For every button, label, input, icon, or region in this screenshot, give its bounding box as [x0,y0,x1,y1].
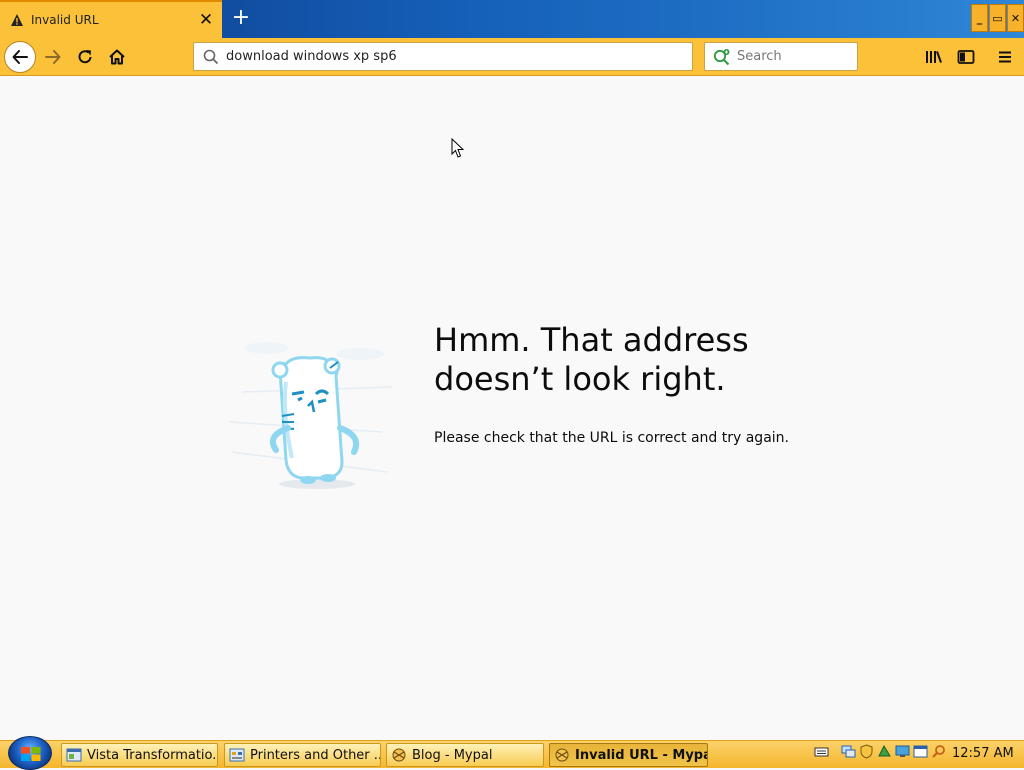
search-tray-icon[interactable] [931,744,946,759]
sidebar-button[interactable] [954,45,978,69]
library-button[interactable] [922,45,946,69]
hamburger-menu-icon [999,51,1011,63]
taskbar-item-invalid-url-mypal[interactable]: Invalid URL - Mypal [549,743,708,767]
taskbar-clock[interactable]: 12:57 AM [952,746,1014,761]
taskbar-item-vista-transformation[interactable]: Vista Transformatio... [61,743,218,767]
sidebar-icon [957,50,975,64]
mouse-cursor-icon [451,138,465,158]
windows-logo-icon [21,747,41,761]
shield-icon[interactable] [859,744,874,759]
taskbar-item-label: Printers and Other ... [250,747,381,763]
taskbar-item-label: Invalid URL - Mypal [575,747,708,763]
taskbar-item-blog-mypal[interactable]: Blog - Mypal [386,743,544,767]
taskbar: Vista Transformatio... Printers and Othe… [0,736,1024,770]
mypal-browser-icon [555,748,569,762]
arrow-right-icon [45,50,61,64]
start-button[interactable] [8,736,52,770]
display-icon[interactable] [895,744,910,759]
search-icon [203,49,219,64]
minimize-button[interactable]: _ [971,4,988,32]
arrow-left-icon [12,50,28,64]
keyboard-icon[interactable] [814,744,829,759]
library-icon [926,51,942,63]
navigation-toolbar: download windows xp sp6 Search [0,38,1024,76]
confused-hamster-illustration [229,342,393,489]
window-icon[interactable] [913,744,928,759]
taskbar-item-label: Vista Transformatio... [87,747,218,763]
security-icon[interactable] [877,744,892,759]
back-button[interactable] [4,41,36,73]
error-description: Please check that the URL is correct and… [434,430,789,446]
search-placeholder[interactable]: Search [737,49,782,64]
tab-strip: Invalid URL ✕ + _ ▭ ✕ [0,0,1024,38]
system-tray [814,744,946,759]
tab-title: Invalid URL [31,13,99,27]
search-engine-icon [713,48,730,65]
reload-button[interactable] [73,45,97,69]
mypal-browser-icon [392,748,406,762]
search-box[interactable]: Search [704,42,858,71]
application-window-icon [66,748,82,762]
reload-icon [78,50,92,64]
error-heading: Hmm. That address doesn’t look right. [434,321,749,398]
warning-icon [11,14,23,26]
tab-invalid-url[interactable]: Invalid URL ✕ [0,0,222,38]
forward-button[interactable] [41,45,65,69]
close-window-button[interactable]: ✕ [1007,4,1024,32]
new-tab-button[interactable]: + [229,6,253,30]
home-button[interactable] [105,45,129,69]
restore-button[interactable]: ▭ [989,4,1006,32]
address-bar[interactable]: download windows xp sp6 [193,42,693,71]
taskbar-item-label: Blog - Mypal [412,747,493,763]
control-panel-icon [229,748,245,762]
address-bar-text[interactable]: download windows xp sp6 [226,49,397,64]
taskbar-item-printers[interactable]: Printers and Other ... [224,743,381,767]
network-icon[interactable] [841,744,856,759]
home-icon [109,49,125,65]
menu-button[interactable] [993,45,1017,69]
window-controls: _ ▭ ✕ [971,4,1024,32]
error-page: Hmm. That address doesn’t look right. Pl… [0,77,1024,740]
tab-close-button[interactable]: ✕ [194,8,218,32]
